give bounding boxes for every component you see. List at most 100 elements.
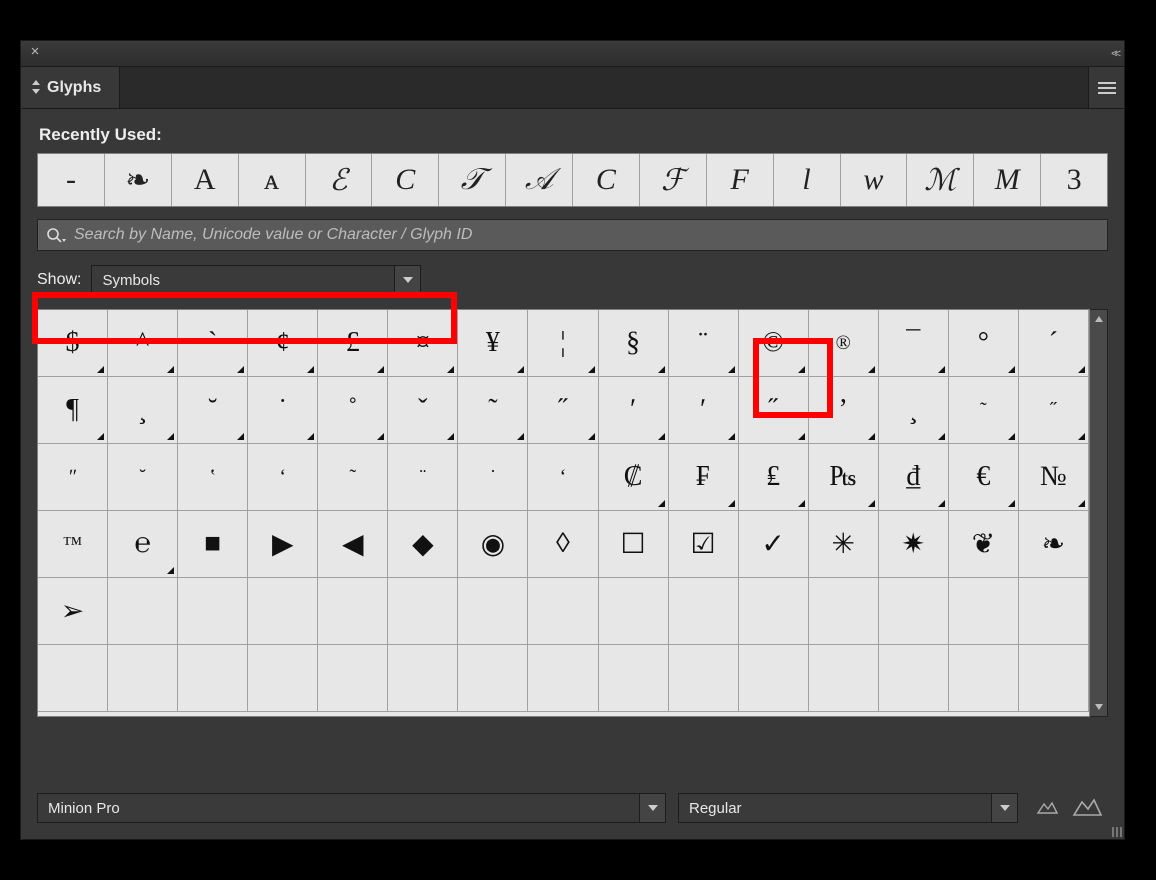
glyph-cell[interactable]: ¤ xyxy=(388,310,458,377)
glyph-cell[interactable]: ˘ xyxy=(178,377,248,444)
glyph-cell[interactable]: ₡ xyxy=(599,444,669,511)
recent-glyph-cell[interactable]: F xyxy=(707,154,774,206)
glyph-cell[interactable] xyxy=(528,645,598,712)
glyph-cell[interactable] xyxy=(178,645,248,712)
glyph-cell[interactable]: ✷ xyxy=(879,511,949,578)
glyph-cell[interactable]: ¶ xyxy=(38,377,108,444)
glyph-cell[interactable] xyxy=(599,578,669,645)
recent-glyph-cell[interactable]: C xyxy=(372,154,439,206)
glyph-cell[interactable]: € xyxy=(949,444,1019,511)
glyph-cell[interactable]: $ xyxy=(38,310,108,377)
recent-glyph-cell[interactable]: ℰ xyxy=(306,154,373,206)
glyph-cell[interactable]: ▶ xyxy=(248,511,318,578)
recent-glyph-cell[interactable]: M xyxy=(974,154,1041,206)
glyph-cell[interactable]: ◀ xyxy=(318,511,388,578)
glyph-cell[interactable] xyxy=(879,578,949,645)
glyph-cell[interactable] xyxy=(458,645,528,712)
recent-glyph-cell[interactable]: C xyxy=(573,154,640,206)
recent-glyph-cell[interactable]: - xyxy=(38,154,105,206)
glyph-cell[interactable]: ʹ xyxy=(669,377,739,444)
search-field[interactable] xyxy=(37,219,1108,251)
glyph-cell[interactable] xyxy=(879,645,949,712)
glyph-cell[interactable]: ₣ xyxy=(669,444,739,511)
glyph-cell[interactable] xyxy=(739,645,809,712)
glyph-cell[interactable]: ₫ xyxy=(879,444,949,511)
collapse-icon[interactable]: << xyxy=(1111,48,1118,60)
glyph-cell[interactable]: ₧ xyxy=(809,444,879,511)
glyph-cell[interactable]: ^ xyxy=(108,310,178,377)
glyph-cell[interactable]: ʽ xyxy=(178,444,248,511)
font-style-dropdown[interactable]: Regular xyxy=(678,793,1018,823)
glyph-cell[interactable]: ° xyxy=(949,310,1019,377)
glyph-cell[interactable]: ʼ xyxy=(809,377,879,444)
zoom-out-icon[interactable] xyxy=(1036,800,1058,819)
glyph-cell[interactable]: ˜ xyxy=(318,444,388,511)
glyph-cell[interactable]: ʻ xyxy=(248,444,318,511)
glyph-cell[interactable] xyxy=(669,578,739,645)
glyph-cell[interactable] xyxy=(248,645,318,712)
glyph-cell[interactable]: ◆ xyxy=(388,511,458,578)
panel-menu-icon[interactable] xyxy=(1088,67,1124,108)
glyph-cell[interactable]: ■ xyxy=(178,511,248,578)
recent-glyph-cell[interactable]: l xyxy=(774,154,841,206)
glyph-cell[interactable]: ˝ xyxy=(528,377,598,444)
recent-glyph-cell[interactable]: ℱ xyxy=(640,154,707,206)
show-dropdown[interactable]: Symbols xyxy=(91,265,421,295)
glyph-cell[interactable]: ˙ xyxy=(248,377,318,444)
glyph-cell[interactable]: § xyxy=(599,310,669,377)
glyph-cell[interactable] xyxy=(1019,645,1089,712)
glyph-cell[interactable]: ¯ xyxy=(879,310,949,377)
glyph-cell[interactable]: ʺ xyxy=(38,444,108,511)
glyph-cell[interactable]: ˜ xyxy=(949,377,1019,444)
scroll-up-icon[interactable] xyxy=(1090,310,1107,328)
glyph-cell[interactable] xyxy=(669,645,739,712)
scroll-down-icon[interactable] xyxy=(1090,698,1107,716)
glyph-cell[interactable]: ® xyxy=(809,310,879,377)
glyph-cell[interactable] xyxy=(949,645,1019,712)
glyph-cell[interactable]: ☑ xyxy=(669,511,739,578)
glyph-cell[interactable]: ➢ xyxy=(38,578,108,645)
close-icon[interactable]: × xyxy=(27,45,43,61)
glyph-cell[interactable] xyxy=(528,578,598,645)
recent-glyph-cell[interactable]: A xyxy=(172,154,239,206)
resize-grip-icon[interactable] xyxy=(1108,823,1122,837)
search-input[interactable] xyxy=(74,226,1099,244)
glyph-cell[interactable] xyxy=(388,645,458,712)
glyph-cell[interactable] xyxy=(739,578,809,645)
recent-glyph-cell[interactable]: ❧ xyxy=(105,154,172,206)
glyph-cell[interactable] xyxy=(108,578,178,645)
glyph-cell[interactable]: ¨ xyxy=(388,444,458,511)
glyph-cell[interactable]: ´ xyxy=(1019,310,1089,377)
glyph-cell[interactable]: £ xyxy=(318,310,388,377)
scrollbar[interactable] xyxy=(1090,309,1108,717)
glyph-cell[interactable]: ˙ xyxy=(458,444,528,511)
glyph-cell[interactable]: ℮ xyxy=(108,511,178,578)
glyph-cell[interactable]: © xyxy=(739,310,809,377)
glyph-cell[interactable]: ☐ xyxy=(599,511,669,578)
glyph-cell[interactable] xyxy=(1019,578,1089,645)
glyph-cell[interactable]: ˚ xyxy=(318,377,388,444)
glyph-cell[interactable]: ʻ xyxy=(528,444,598,511)
glyph-cell[interactable]: ❧ xyxy=(1019,511,1089,578)
glyph-cell[interactable]: ˝ xyxy=(739,377,809,444)
glyph-cell[interactable]: ¦ xyxy=(528,310,598,377)
glyph-cell[interactable] xyxy=(108,645,178,712)
recent-glyph-cell[interactable]: ᴀ xyxy=(239,154,306,206)
glyph-cell[interactable]: ¢ xyxy=(248,310,318,377)
glyph-cell[interactable] xyxy=(599,645,669,712)
glyph-cell[interactable] xyxy=(248,578,318,645)
glyph-cell[interactable]: ˝ xyxy=(1019,377,1089,444)
glyph-cell[interactable]: ˇ xyxy=(388,377,458,444)
recent-glyph-cell[interactable]: 𝒯 xyxy=(439,154,506,206)
glyph-cell[interactable]: ✳ xyxy=(809,511,879,578)
recent-glyph-cell[interactable]: 𝒜 xyxy=(506,154,573,206)
glyph-cell[interactable]: ¸ xyxy=(879,377,949,444)
glyph-cell[interactable]: № xyxy=(1019,444,1089,511)
glyph-cell[interactable] xyxy=(458,578,528,645)
recent-glyph-cell[interactable]: w xyxy=(841,154,908,206)
glyph-cell[interactable] xyxy=(949,578,1019,645)
font-family-dropdown[interactable]: Minion Pro xyxy=(37,793,666,823)
glyph-cell[interactable] xyxy=(318,578,388,645)
glyph-cell[interactable]: ¸ xyxy=(108,377,178,444)
glyph-cell[interactable]: ¥ xyxy=(458,310,528,377)
